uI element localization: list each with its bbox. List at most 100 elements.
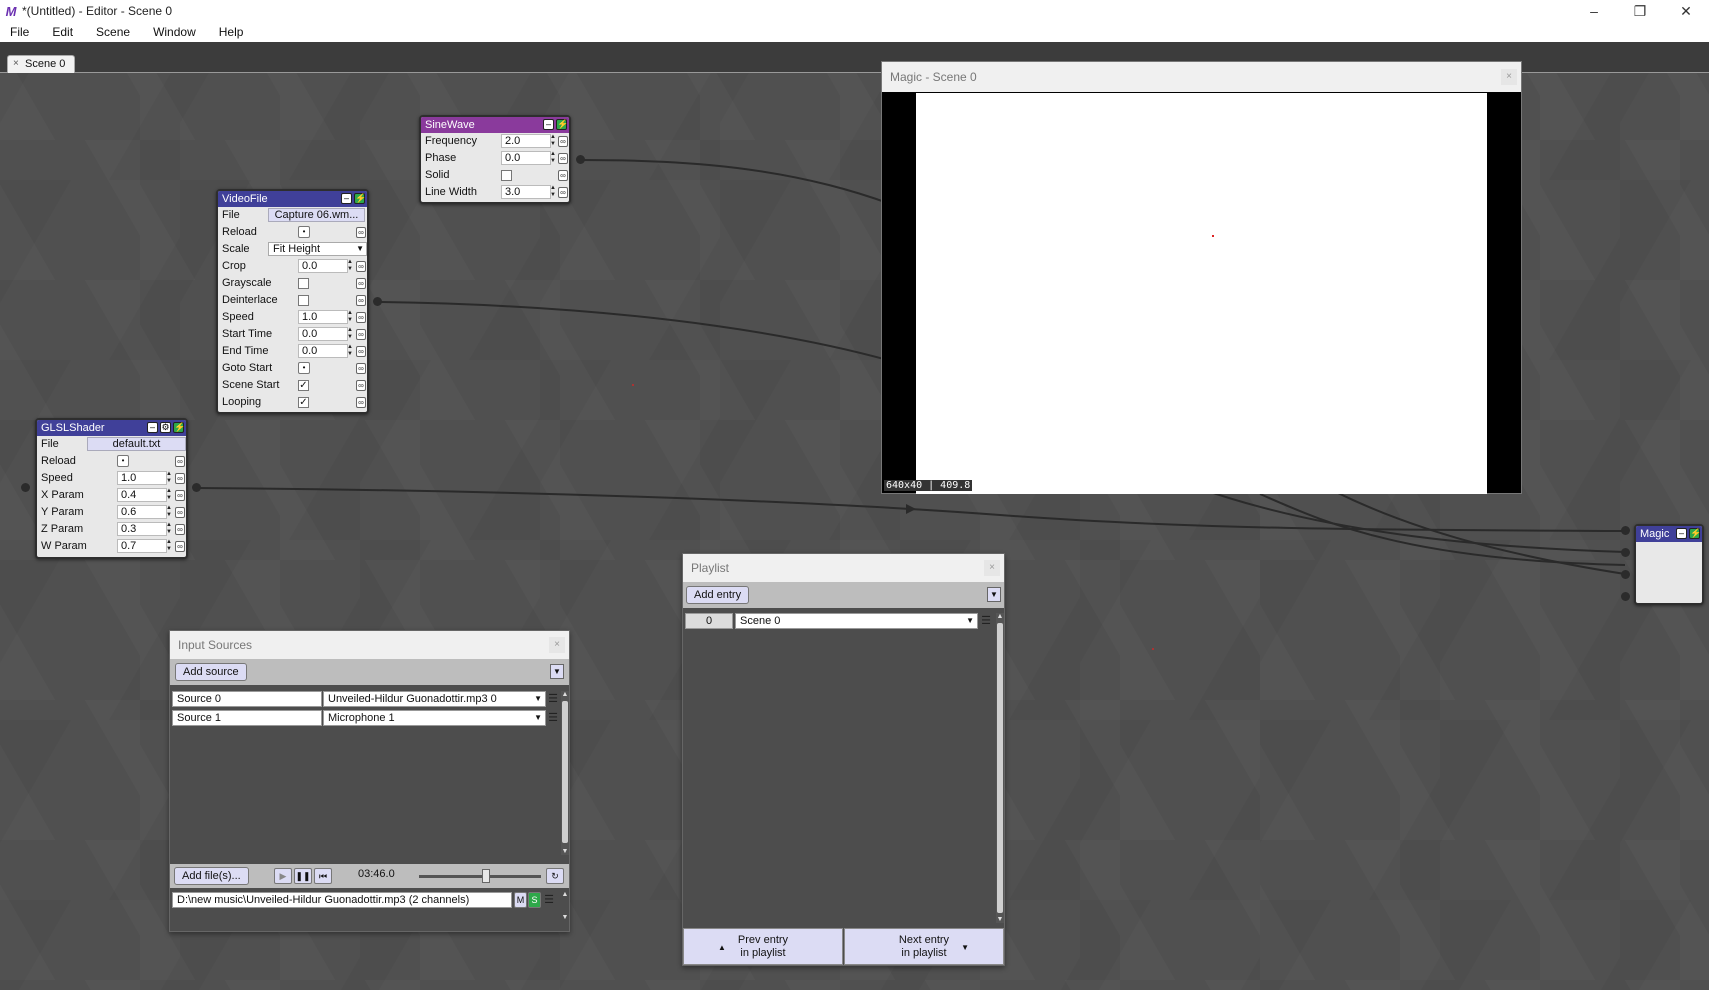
source-name-field[interactable]: Source 1 — [172, 710, 322, 726]
deinterlace-checkbox[interactable] — [298, 295, 309, 306]
spin-arrows-icon[interactable]: ▲ ▼ — [346, 310, 354, 324]
scroll-down-icon[interactable]: ▼ — [561, 848, 569, 855]
link-icon[interactable]: ∞ — [356, 227, 366, 238]
slider-handle[interactable] — [481, 869, 490, 883]
list-item[interactable]: Source 1 Microphone 1 ▼ ☰ — [172, 710, 562, 728]
menu-icon[interactable]: ☰ — [546, 691, 560, 707]
sources-scrollbar[interactable]: ▲ ▼ — [561, 691, 569, 855]
list-item[interactable]: Source 0 Unveiled-Hildur Guonadottir.mp3… — [172, 691, 562, 709]
shader-file-picker[interactable]: default.txt — [87, 437, 186, 451]
add-files-button[interactable]: Add file(s)... — [174, 867, 249, 885]
node-videofile[interactable]: VideoFile – ⚡ File Capture 06.wm... Reloa… — [216, 189, 369, 414]
scroll-down-icon[interactable]: ▼ — [996, 916, 1004, 923]
magic-input-port-3[interactable] — [1621, 570, 1630, 579]
menu-icon[interactable]: ☰ — [546, 710, 560, 726]
link-icon[interactable]: ∞ — [175, 473, 185, 484]
goto-start-button[interactable]: • — [298, 362, 310, 374]
w-param-field[interactable]: 0.7 — [117, 539, 167, 553]
menu-help[interactable]: Help — [219, 25, 244, 39]
preview-window[interactable]: Magic - Scene 0 × 640x40 | 409.8 — [881, 61, 1522, 494]
reload-button[interactable]: • — [117, 455, 129, 467]
spin-arrows-icon[interactable]: ▲ ▼ — [346, 327, 354, 341]
link-icon[interactable]: ∞ — [175, 490, 185, 501]
frequency-field[interactable]: 2.0 — [501, 134, 551, 148]
prev-entry-button[interactable]: ▲ Prev entry in playlist — [683, 928, 843, 965]
source-name-field[interactable]: Source 0 — [172, 691, 322, 707]
source-device-select[interactable]: Unveiled-Hildur Guonadottir.mp3 0 ▼ — [323, 691, 546, 707]
close-icon[interactable]: × — [549, 637, 565, 653]
pause-icon[interactable]: ❚❚ — [294, 868, 312, 884]
close-icon[interactable]: × — [984, 560, 1000, 576]
enable-icon[interactable]: ⚡ — [354, 193, 366, 204]
link-icon[interactable]: ∞ — [356, 363, 366, 374]
node-header[interactable]: SineWave – ⚡ — [421, 117, 569, 133]
link-icon[interactable]: ∞ — [175, 524, 185, 535]
magic-input-port-4[interactable] — [1621, 592, 1630, 601]
collapse-icon[interactable]: – — [147, 422, 158, 433]
tab-scene-0[interactable]: × Scene 0 — [7, 55, 76, 73]
link-icon[interactable]: ∞ — [558, 153, 568, 164]
start-time-field[interactable]: 0.0 — [298, 327, 348, 341]
link-icon[interactable]: ∞ — [356, 278, 366, 289]
link-icon[interactable]: ∞ — [356, 329, 366, 340]
link-icon[interactable]: ∞ — [356, 380, 366, 391]
spin-arrows-icon[interactable]: ▲ ▼ — [549, 134, 557, 148]
speed-field[interactable]: 1.0 — [117, 471, 167, 485]
preview-title-bar[interactable]: Magic - Scene 0 × — [882, 62, 1521, 92]
play-icon[interactable]: ▶ — [274, 868, 292, 884]
sinewave-output-port[interactable] — [576, 155, 585, 164]
scale-select[interactable]: Fit Height ▼ — [268, 242, 367, 256]
close-icon[interactable]: ✕ — [1663, 0, 1709, 22]
glsl-output-port[interactable] — [192, 483, 201, 492]
tab-close-icon[interactable]: × — [13, 55, 19, 72]
grayscale-checkbox[interactable] — [298, 278, 309, 289]
menu-icon[interactable]: ☰ — [542, 892, 556, 908]
loop-icon[interactable]: ↻ — [546, 868, 564, 884]
menu-icon[interactable]: ☰ — [979, 613, 993, 629]
file-path-field[interactable]: D:\new music\Unveiled-Hildur Guonadottir… — [172, 892, 512, 908]
enable-icon[interactable]: ⚡ — [556, 119, 568, 130]
chevron-down-icon[interactable]: ▼ — [550, 664, 564, 679]
solo-button[interactable]: S — [528, 892, 541, 908]
collapse-icon[interactable]: – — [543, 119, 554, 130]
collapse-icon[interactable]: – — [1676, 528, 1687, 539]
link-icon[interactable]: ∞ — [175, 541, 185, 552]
looping-checkbox[interactable]: ✓ — [298, 397, 309, 408]
scroll-up-icon[interactable]: ▲ — [996, 613, 1004, 620]
crop-field[interactable]: 0.0 — [298, 259, 348, 273]
spin-arrows-icon[interactable]: ▲ ▼ — [346, 344, 354, 358]
close-icon[interactable]: × — [1501, 69, 1517, 85]
minimize-icon[interactable]: – — [1571, 0, 1617, 22]
solid-checkbox[interactable] — [501, 170, 512, 181]
menu-file[interactable]: File — [10, 25, 29, 39]
spin-arrows-icon[interactable]: ▲ ▼ — [165, 471, 173, 485]
magic-input-port-1[interactable] — [1621, 526, 1630, 535]
scroll-thumb[interactable] — [562, 701, 568, 843]
entry-scene-select[interactable]: Scene 0 ▼ — [735, 613, 978, 629]
speed-field[interactable]: 1.0 — [298, 310, 348, 324]
skip-to-start-icon[interactable]: ⏮ — [314, 868, 332, 884]
node-glslshader[interactable]: GLSLShader – ⚙ ⚡ File default.txt Reload •… — [35, 418, 188, 559]
node-sinewave[interactable]: SineWave – ⚡ Frequency 2.0 ▲ ▼ ∞ Phase 0.0… — [419, 115, 571, 204]
chevron-down-icon[interactable]: ▼ — [987, 587, 1001, 602]
link-icon[interactable]: ∞ — [175, 507, 185, 518]
panel-title-bar[interactable]: Input Sources × — [170, 631, 569, 659]
spin-arrows-icon[interactable]: ▲ ▼ — [165, 539, 173, 553]
menu-window[interactable]: Window — [153, 25, 196, 39]
playlist-scrollbar[interactable]: ▲ ▼ — [996, 613, 1004, 923]
link-icon[interactable]: ∞ — [356, 346, 366, 357]
panel-title-bar[interactable]: Playlist × — [683, 554, 1004, 582]
enable-icon[interactable]: ⚡ — [1689, 528, 1701, 539]
magic-input-port-2[interactable] — [1621, 548, 1630, 557]
glsl-input-port[interactable] — [21, 483, 30, 492]
collapse-icon[interactable]: – — [341, 193, 352, 204]
link-icon[interactable]: ∞ — [356, 261, 366, 272]
videofile-output-port[interactable] — [373, 297, 382, 306]
y-param-field[interactable]: 0.6 — [117, 505, 167, 519]
menu-edit[interactable]: Edit — [52, 25, 73, 39]
spin-arrows-icon[interactable]: ▲ ▼ — [549, 151, 557, 165]
scroll-down-icon[interactable]: ▼ — [561, 914, 569, 921]
node-magic[interactable]: Magic – ⚡ — [1634, 524, 1704, 605]
mute-button[interactable]: M — [514, 892, 527, 908]
z-param-field[interactable]: 0.3 — [117, 522, 167, 536]
